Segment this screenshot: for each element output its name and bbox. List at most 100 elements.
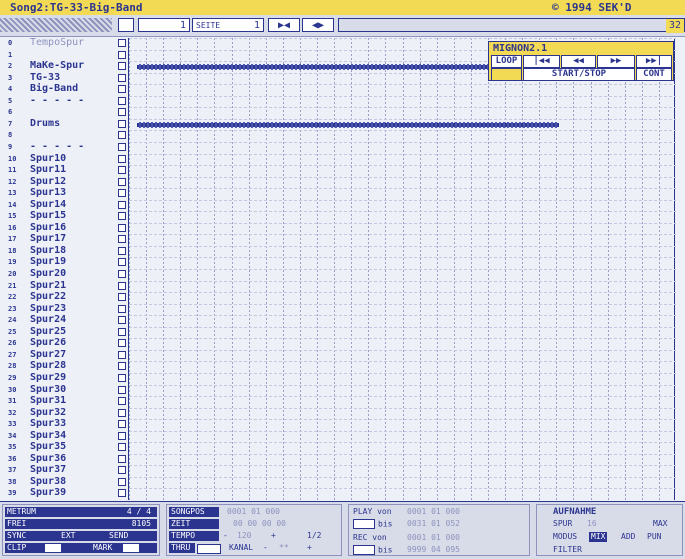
track-row[interactable]: 2 MaKe-Spur [0, 61, 128, 71]
track-row[interactable]: 3 TG-33 [0, 72, 128, 83]
fast-forward-button[interactable]: ▶▶ [597, 55, 635, 68]
track-name[interactable]: - - - - - [30, 141, 84, 152]
track-row[interactable]: 12 Spur12 [0, 176, 128, 187]
track-checkbox[interactable] [118, 373, 126, 382]
track-checkbox[interactable] [118, 316, 126, 325]
track-checkbox[interactable] [118, 466, 126, 475]
page-prev-button[interactable]: ▶◀ [268, 18, 300, 32]
tempo-ratio[interactable]: 1/2 [307, 531, 321, 541]
track-name[interactable]: Spur27 [30, 349, 66, 360]
mode-box[interactable] [118, 18, 134, 32]
track-row[interactable]: 7 Drums [0, 118, 128, 129]
sync-label[interactable]: SYNC [7, 531, 26, 540]
track-checkbox[interactable] [118, 362, 126, 371]
track-row[interactable]: 16 Spur16 [0, 222, 128, 233]
track-row[interactable]: 30 Spur30 [0, 384, 128, 395]
mark-box[interactable] [123, 544, 139, 552]
track-row[interactable]: 37 Spur37 [0, 465, 128, 475]
track-name[interactable]: Spur21 [30, 280, 66, 291]
track-checkbox[interactable] [118, 142, 126, 151]
position-ruler[interactable]: 32 [338, 18, 685, 33]
track-checkbox[interactable] [118, 431, 126, 440]
page-next-button[interactable]: ◀▶ [302, 18, 334, 32]
track-name[interactable]: Spur23 [30, 303, 66, 314]
track-name[interactable]: Spur24 [30, 315, 66, 325]
track-name[interactable]: TempoSpur [30, 38, 84, 48]
track-checkbox[interactable] [118, 131, 126, 140]
track-name[interactable]: Spur22 [30, 292, 66, 302]
track-row[interactable]: 11 Spur11 [0, 165, 128, 175]
zeit-value[interactable]: 00 00 00 00 [233, 519, 286, 529]
track-checkbox[interactable] [118, 489, 126, 498]
track-checkbox[interactable] [118, 293, 126, 302]
track-row[interactable]: 17 Spur17 [0, 234, 128, 244]
track-row[interactable]: 21 Spur21 [0, 280, 128, 291]
rec-bis-box[interactable] [353, 545, 375, 555]
track-row[interactable]: 14 Spur14 [0, 199, 128, 210]
track-checkbox[interactable] [118, 443, 126, 452]
track-row[interactable]: 38 Spur38 [0, 476, 128, 487]
modus-mix-button[interactable]: MIX [589, 532, 608, 542]
record-button[interactable]: REC [491, 68, 522, 81]
track-row[interactable]: 28 Spur28 [0, 361, 128, 371]
track-checkbox[interactable] [118, 397, 126, 406]
songpos-value[interactable]: 0001 01 000 [227, 507, 280, 517]
track-name[interactable]: Spur19 [30, 257, 66, 267]
forward-end-button[interactable]: ▶▶| [636, 55, 672, 68]
track-checkbox[interactable] [118, 166, 126, 175]
play-bis-box[interactable] [353, 519, 375, 529]
track-row[interactable]: 8 [0, 130, 128, 140]
track-name[interactable]: Spur11 [30, 165, 66, 175]
track-row[interactable]: 36 Spur36 [0, 453, 128, 464]
clip-label[interactable]: CLIP [7, 543, 26, 552]
track-name[interactable]: Spur36 [30, 453, 66, 464]
track-row[interactable]: 4 Big-Band [0, 84, 128, 94]
kanal-minus-button[interactable]: - [263, 543, 268, 553]
track-row[interactable]: 33 Spur33 [0, 419, 128, 429]
track-name[interactable]: - - - - - [30, 95, 84, 106]
modus-add-button[interactable]: ADD [621, 532, 635, 542]
track-checkbox[interactable] [118, 62, 126, 71]
clip-box[interactable] [45, 544, 61, 552]
track-checkbox[interactable] [118, 119, 126, 128]
track-checkbox[interactable] [118, 108, 126, 117]
track-row[interactable]: 26 Spur26 [0, 338, 128, 348]
rewind-button[interactable]: ◀◀ [561, 55, 596, 68]
track-row[interactable]: 24 Spur24 [0, 315, 128, 325]
track-row[interactable]: 19 Spur19 [0, 257, 128, 267]
track-checkbox[interactable] [118, 408, 126, 417]
grid-canvas[interactable] [129, 38, 676, 500]
track-checkbox[interactable] [118, 96, 126, 105]
track-row[interactable]: 39 Spur39 [0, 488, 128, 498]
track-name[interactable]: Spur30 [30, 384, 66, 395]
track-row[interactable]: 5 - - - - - [0, 95, 128, 106]
track-checkbox[interactable] [118, 246, 126, 255]
send-label[interactable]: SEND [109, 531, 128, 541]
tempo-value[interactable]: 120 [237, 531, 251, 541]
bar-field[interactable]: 1 [138, 18, 190, 32]
track-row[interactable]: 29 Spur29 [0, 372, 128, 383]
track-name[interactable]: Spur31 [30, 396, 66, 406]
filter-button[interactable]: FILTER [553, 545, 582, 555]
track-row[interactable]: 22 Spur22 [0, 292, 128, 302]
track-checkbox[interactable] [118, 304, 126, 313]
rec-von-value[interactable]: 0001 01 000 [407, 533, 460, 543]
track-name[interactable]: Spur29 [30, 372, 66, 383]
track-row[interactable]: 25 Spur25 [0, 326, 128, 337]
ext-label[interactable]: EXT [61, 531, 75, 541]
track-row[interactable]: 10 Spur10 [0, 153, 128, 164]
arrange-grid[interactable] [128, 38, 676, 500]
start-stop-button[interactable]: START/STOP [523, 68, 635, 81]
metrum-row[interactable]: METRUM 4 / 4 [5, 507, 157, 517]
track-checkbox[interactable] [118, 420, 126, 429]
track-row[interactable]: 27 Spur27 [0, 349, 128, 360]
track-checkbox[interactable] [118, 223, 126, 232]
loop-button[interactable]: LOOP [491, 55, 522, 68]
track-name[interactable]: Spur34 [30, 430, 66, 441]
track-checkbox[interactable] [118, 270, 126, 278]
rewind-start-button[interactable]: |◀◀ [523, 55, 560, 68]
track-row[interactable]: 20 Spur20 [0, 269, 128, 279]
max-button[interactable]: MAX [653, 519, 667, 529]
track-name[interactable]: Spur33 [30, 419, 66, 429]
track-name[interactable]: Spur32 [30, 407, 66, 418]
